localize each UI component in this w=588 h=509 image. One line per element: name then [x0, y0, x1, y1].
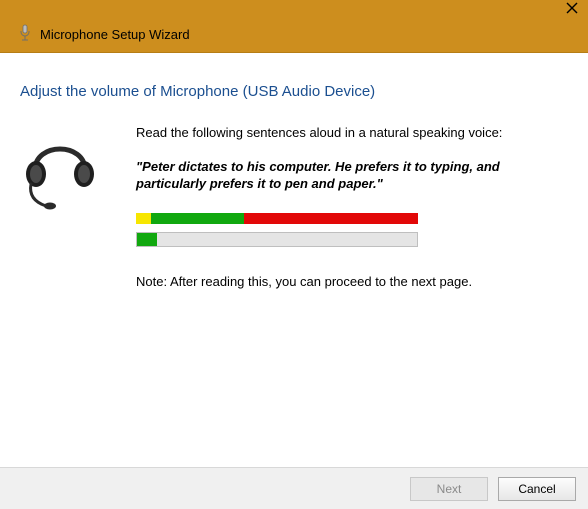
level-range-green	[151, 213, 244, 224]
level-range-yellow	[136, 213, 151, 224]
level-range-meter	[136, 213, 418, 224]
next-button[interactable]: Next	[410, 477, 488, 501]
note-text: Note: After reading this, you can procee…	[136, 273, 568, 291]
wizard-body: Adjust the volume of Microphone (USB Aud…	[0, 53, 588, 467]
volume-level-meter	[136, 232, 418, 247]
instruction-column: Read the following sentences aloud in a …	[136, 124, 568, 290]
sample-sentence: "Peter dictates to his computer. He pref…	[136, 158, 568, 193]
headset-icon	[20, 128, 100, 216]
page-heading: Adjust the volume of Microphone (USB Aud…	[20, 83, 568, 100]
wizard-footer: Next Cancel	[0, 467, 588, 509]
microphone-setup-wizard: Microphone Setup Wizard Adjust the volum…	[0, 0, 588, 509]
volume-level-fill	[137, 233, 157, 246]
level-range-red	[244, 213, 418, 224]
titlebar: Microphone Setup Wizard	[0, 0, 588, 53]
cancel-button[interactable]: Cancel	[498, 477, 576, 501]
window-title: Microphone Setup Wizard	[40, 27, 190, 42]
instruction-text: Read the following sentences aloud in a …	[136, 124, 568, 142]
headset-illustration	[20, 124, 116, 219]
close-button[interactable]	[562, 2, 582, 18]
microphone-icon	[18, 24, 32, 45]
close-icon	[566, 2, 578, 14]
